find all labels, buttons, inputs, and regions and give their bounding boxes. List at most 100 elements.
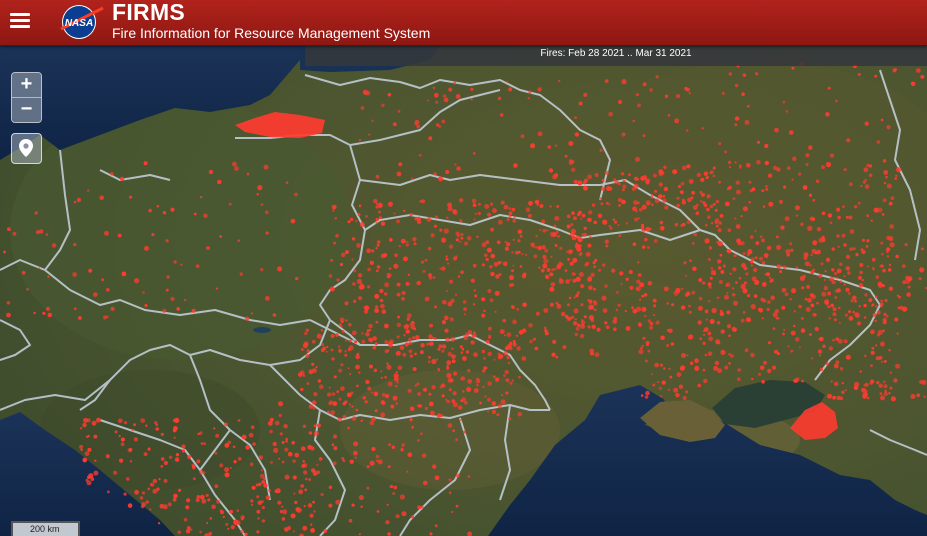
fire-dot [831,280,836,285]
fire-dot [391,445,395,449]
fire-dot [237,419,241,422]
fire-dot [522,302,527,308]
fire-dot [107,490,110,494]
fire-dot [858,283,864,288]
fire-dot [575,326,580,331]
fire-dot [516,308,520,311]
fire-dot [848,182,853,187]
fire-dot [195,264,200,268]
fire-dot [882,317,887,322]
fire-dot [578,101,583,106]
fire-dot [793,324,796,328]
fire-dot [613,178,617,182]
fire-dot [558,278,564,284]
fire-dot [593,287,597,291]
fire-dot [793,378,797,383]
fire-dot [534,346,539,351]
fire-dot [407,452,413,458]
fire-dot [300,484,305,488]
fire-dot [570,315,575,320]
fire-dot [349,372,352,376]
fire-dot [722,264,726,268]
fire-dot [740,318,745,323]
fire-dot [80,427,83,430]
fire-dot [831,247,835,251]
zoom-in-button[interactable]: + [12,73,41,97]
fire-dot [528,201,533,206]
fire-dot [375,454,380,459]
fire-dot [786,166,791,170]
fire-dot [395,402,398,405]
fire-dot [830,380,833,383]
fire-dot [473,352,478,358]
fire-dot [849,247,853,251]
fire-dot [651,373,654,375]
fire-dot [513,215,516,219]
fire-dot [256,193,259,196]
fire-dot [691,290,696,295]
fire-dot [489,298,494,303]
fire-dot [260,203,264,206]
fire-dot [633,183,639,189]
fire-dot [886,255,890,258]
fire-dot [428,356,431,359]
locate-button[interactable] [11,133,42,164]
fire-dot [446,290,448,293]
hamburger-menu-icon[interactable] [10,10,30,30]
fire-dot [113,470,118,475]
fire-dot [748,180,752,184]
fire-dot [699,190,703,194]
fire-dot [904,243,908,247]
fire-dot [393,263,399,269]
fire-dot [589,348,595,354]
fire-dot [554,144,558,147]
fire-dot [680,365,686,370]
fire-dot [685,274,688,277]
zoom-controls: + − [11,72,42,123]
fire-dot [617,223,620,227]
fire-dot [740,262,747,269]
fire-dot [490,253,496,259]
zoom-out-button[interactable]: − [12,97,41,122]
fire-dot [511,207,516,212]
fire-dot [878,355,883,360]
fire-dot [93,434,98,439]
fire-dot [532,244,535,248]
fire-dot [455,238,459,242]
fire-dot [655,75,659,79]
fire-dot [574,132,580,137]
fire-dot [445,257,449,261]
fire-dot [638,207,643,212]
fire-dot [700,177,705,182]
fire-dot [272,313,277,317]
fire-dot [795,337,800,342]
fire-dot [366,486,370,490]
fire-dot [768,276,772,279]
fire-dot [496,240,501,245]
fire-dot [714,220,719,225]
fire-dot [371,446,376,452]
fire-dot [613,327,617,332]
fire-dot [21,271,26,275]
fire-dot [640,394,644,397]
satellite-map[interactable] [0,0,927,536]
fire-dot [893,378,898,383]
fire-dot [735,224,741,229]
fire-dot [706,194,711,199]
fire-dot [910,81,916,87]
fire-dot [224,467,230,473]
fire-dot [923,395,926,398]
fire-dot [451,359,456,364]
fire-dot [760,297,764,302]
fire-dot [85,478,89,482]
fire-dot [12,231,17,236]
fire-dot [376,265,381,269]
fire-dot [510,304,515,309]
fire-dot [349,459,354,464]
fire-dot [506,80,509,83]
fire-dot [416,124,421,129]
fire-dot [644,395,649,399]
fire-dot [232,445,236,449]
fire-dot [662,195,666,198]
fire-dot [897,306,901,310]
